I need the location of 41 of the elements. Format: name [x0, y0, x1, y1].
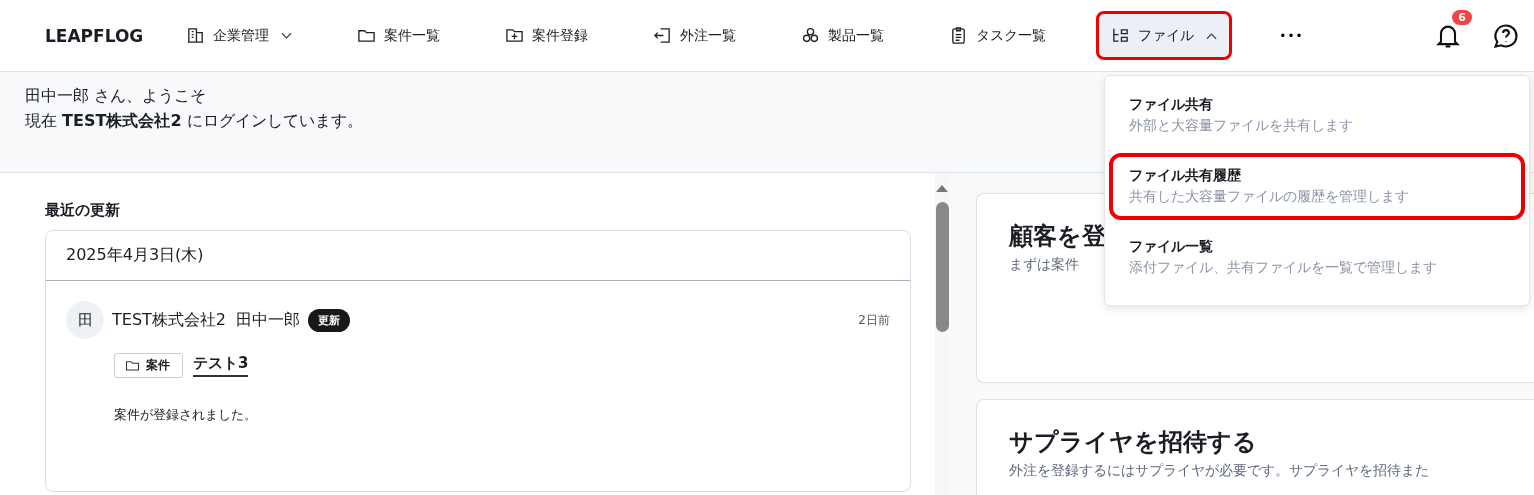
login-status-text: 現在 TEST株式会社2 にログインしています。 [25, 111, 363, 132]
nav-icon [186, 26, 206, 45]
folder-icon [125, 358, 140, 373]
card-title: 顧客を登 [1009, 221, 1106, 252]
nav-icon [801, 26, 821, 45]
menu-item-title: ファイル共有 [1129, 96, 1215, 114]
menu-item-description: 共有した大容量ファイルの履歴を管理します [1129, 188, 1411, 206]
update-message: 案件が登録されました。 [114, 406, 258, 424]
project-link[interactable]: テスト3 [193, 354, 249, 377]
dropdown-item[interactable]: ファイル一覧 添付ファイル、共有ファイルを一覧で管理します [1109, 224, 1526, 291]
author-name: TEST株式会社2 田中一郎 [112, 309, 301, 331]
menu-item-description: 添付ファイル、共有ファイルを一覧で管理します [1129, 259, 1439, 277]
section-title: 最近の更新 [45, 201, 121, 220]
nav-menu-item[interactable]: タスク一覧 [934, 11, 1062, 60]
date-header: 2025年4月3日(木) [46, 231, 910, 281]
more-button[interactable]: ••• [1267, 20, 1316, 51]
nav-menu-item[interactable]: 外注一覧 [638, 11, 752, 60]
welcome-text: 田中一郎 さん、ようこそ [25, 86, 207, 107]
dropdown-item[interactable]: ファイル共有 外部と大容量ファイルを共有します [1109, 82, 1526, 149]
logo[interactable]: LEAPFLOG [45, 25, 144, 46]
tag-label: 案件 [146, 357, 170, 374]
card-title: サプライヤを招待する [1009, 427, 1257, 458]
dropdown-item[interactable]: ファイル共有履歴 共有した大容量ファイルの履歴を管理します [1109, 153, 1526, 220]
nav-icon [653, 26, 673, 45]
nav-menu-item[interactable]: 案件一覧 [342, 11, 456, 60]
nav-menu-item[interactable]: 製品一覧 [786, 11, 900, 60]
menu-item-title: ファイル一覧 [1129, 238, 1215, 256]
card-description: 外注を登録するにはサプライヤが必要です。サプライヤを招待また [1009, 462, 1429, 480]
nav-menu-item[interactable]: 案件登録 [490, 11, 604, 60]
update-badge: 更新 [308, 308, 351, 332]
help-icon[interactable] [1492, 21, 1520, 50]
card-description: まずは案件 [1009, 256, 1079, 274]
menu-item-title: ファイル共有履歴 [1129, 167, 1243, 185]
menu-item-description: 外部と大容量ファイルを共有します [1129, 117, 1355, 135]
nav-icon [505, 26, 525, 45]
timestamp: 2日前 [858, 311, 890, 329]
nav-menu-item[interactable]: ファイル [1096, 11, 1233, 60]
notification-count: 6 [1452, 9, 1472, 25]
avatar: 田 [66, 301, 104, 339]
nav-icon [1111, 26, 1131, 45]
nav-menu-item[interactable]: 企業管理 [171, 11, 308, 60]
